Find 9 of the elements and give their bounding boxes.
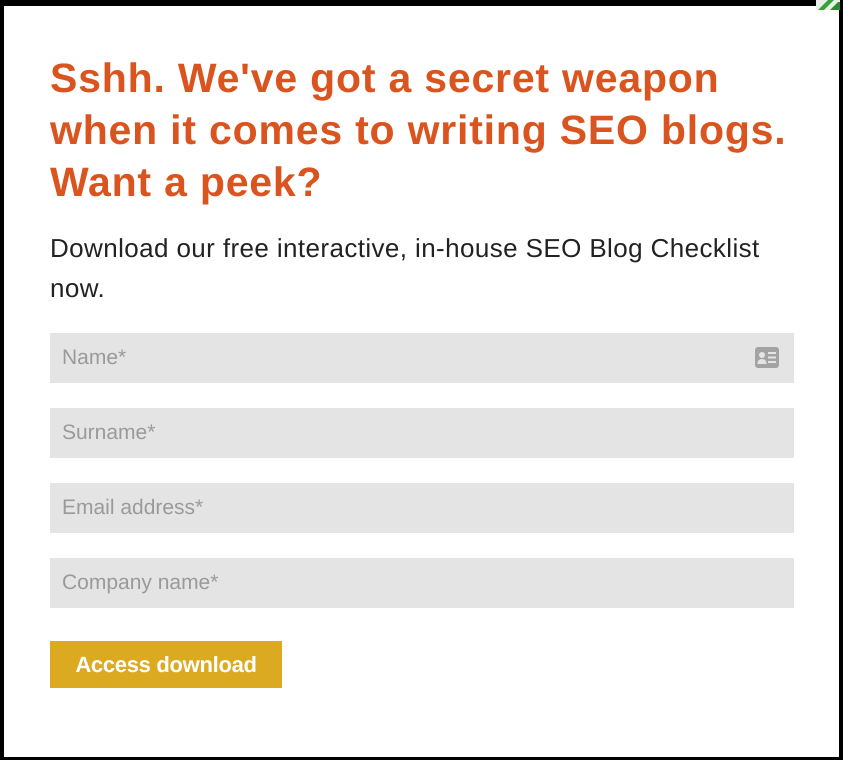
text-field[interactable]: Company name* — [50, 558, 794, 608]
contact-card-icon — [755, 347, 779, 368]
access-download-button[interactable]: Access download — [50, 641, 282, 688]
text-field[interactable]: Surname* — [50, 408, 794, 458]
intro-text: Download our free interactive, in-house SEO Blog Checklist now. — [50, 232, 761, 305]
broken-image-icon — [816, 0, 840, 10]
text-field[interactable]: Name* — [50, 333, 794, 383]
text-field[interactable]: Email address* — [50, 483, 794, 533]
heading: Sshh. We've got a secret weapon when it comes to writing SEO blogs. Want a peek? — [50, 54, 788, 207]
